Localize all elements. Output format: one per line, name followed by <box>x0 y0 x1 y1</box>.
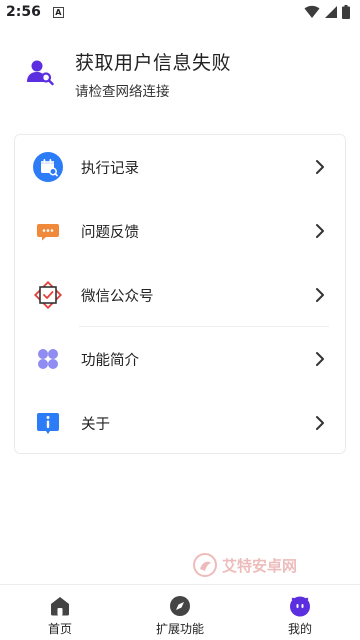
nav-label-home: 首页 <box>47 622 72 636</box>
chat-bubble-icon <box>37 224 59 241</box>
status-time: 2:56 <box>6 4 41 20</box>
menu-label-feedback: 问题反馈 <box>81 224 139 241</box>
battery-icon <box>342 5 350 19</box>
profile-header[interactable]: 获取用户信息失败 请检查网络连接 <box>0 44 360 104</box>
menu-label-execution-record: 执行记录 <box>81 160 139 177</box>
menu-item-feature-intro[interactable]: 功能简介 <box>15 327 347 391</box>
chevron-right-icon <box>316 352 324 366</box>
profile-subtitle: 请检查网络连接 <box>75 84 170 100</box>
menu-item-execution-record[interactable]: 执行记录 <box>15 135 347 199</box>
user-search-icon <box>27 60 54 86</box>
wifi-icon <box>304 5 320 19</box>
nav-item-mine[interactable]: 我的 <box>240 585 360 640</box>
watermark-text: 艾特安卓网 <box>222 556 298 575</box>
chevron-right-icon <box>316 160 324 174</box>
wechat-official-icon <box>33 280 63 310</box>
profile-title: 获取用户信息失败 <box>75 52 232 74</box>
four-circles-icon <box>38 349 58 369</box>
info-icon <box>37 413 59 434</box>
watermark-logo-icon <box>193 553 217 577</box>
menu-item-wechat-official[interactable]: 微信公众号 <box>15 263 347 327</box>
menu-label-wechat-official: 微信公众号 <box>81 288 154 305</box>
bottom-nav: 首页 扩展功能 我的 <box>0 584 360 640</box>
chevron-right-icon <box>316 416 324 430</box>
menu-item-feedback[interactable]: 问题反馈 <box>15 199 347 263</box>
compass-icon <box>170 596 190 616</box>
chevron-right-icon <box>316 288 324 302</box>
calendar-search-icon <box>33 152 63 182</box>
menu-card: 执行记录 问题反馈 微信公众号 功能简介 关于 <box>14 134 346 454</box>
nav-label-mine: 我的 <box>287 622 312 636</box>
status-icons <box>304 5 350 19</box>
signal-icon <box>325 6 337 18</box>
home-icon <box>51 597 69 616</box>
chevron-right-icon <box>316 224 324 238</box>
nav-item-extensions[interactable]: 扩展功能 <box>120 585 240 640</box>
profile-face-icon <box>290 596 310 617</box>
watermark: 艾特安卓网 <box>192 548 297 582</box>
nav-item-home[interactable]: 首页 <box>0 585 120 640</box>
menu-label-feature-intro: 功能简介 <box>81 352 139 369</box>
status-bar: 2:56 A <box>0 0 360 24</box>
menu-label-about: 关于 <box>81 416 110 433</box>
notification-icon: A <box>52 6 64 18</box>
menu-item-about[interactable]: 关于 <box>15 391 347 455</box>
nav-label-extensions: 扩展功能 <box>155 622 204 636</box>
